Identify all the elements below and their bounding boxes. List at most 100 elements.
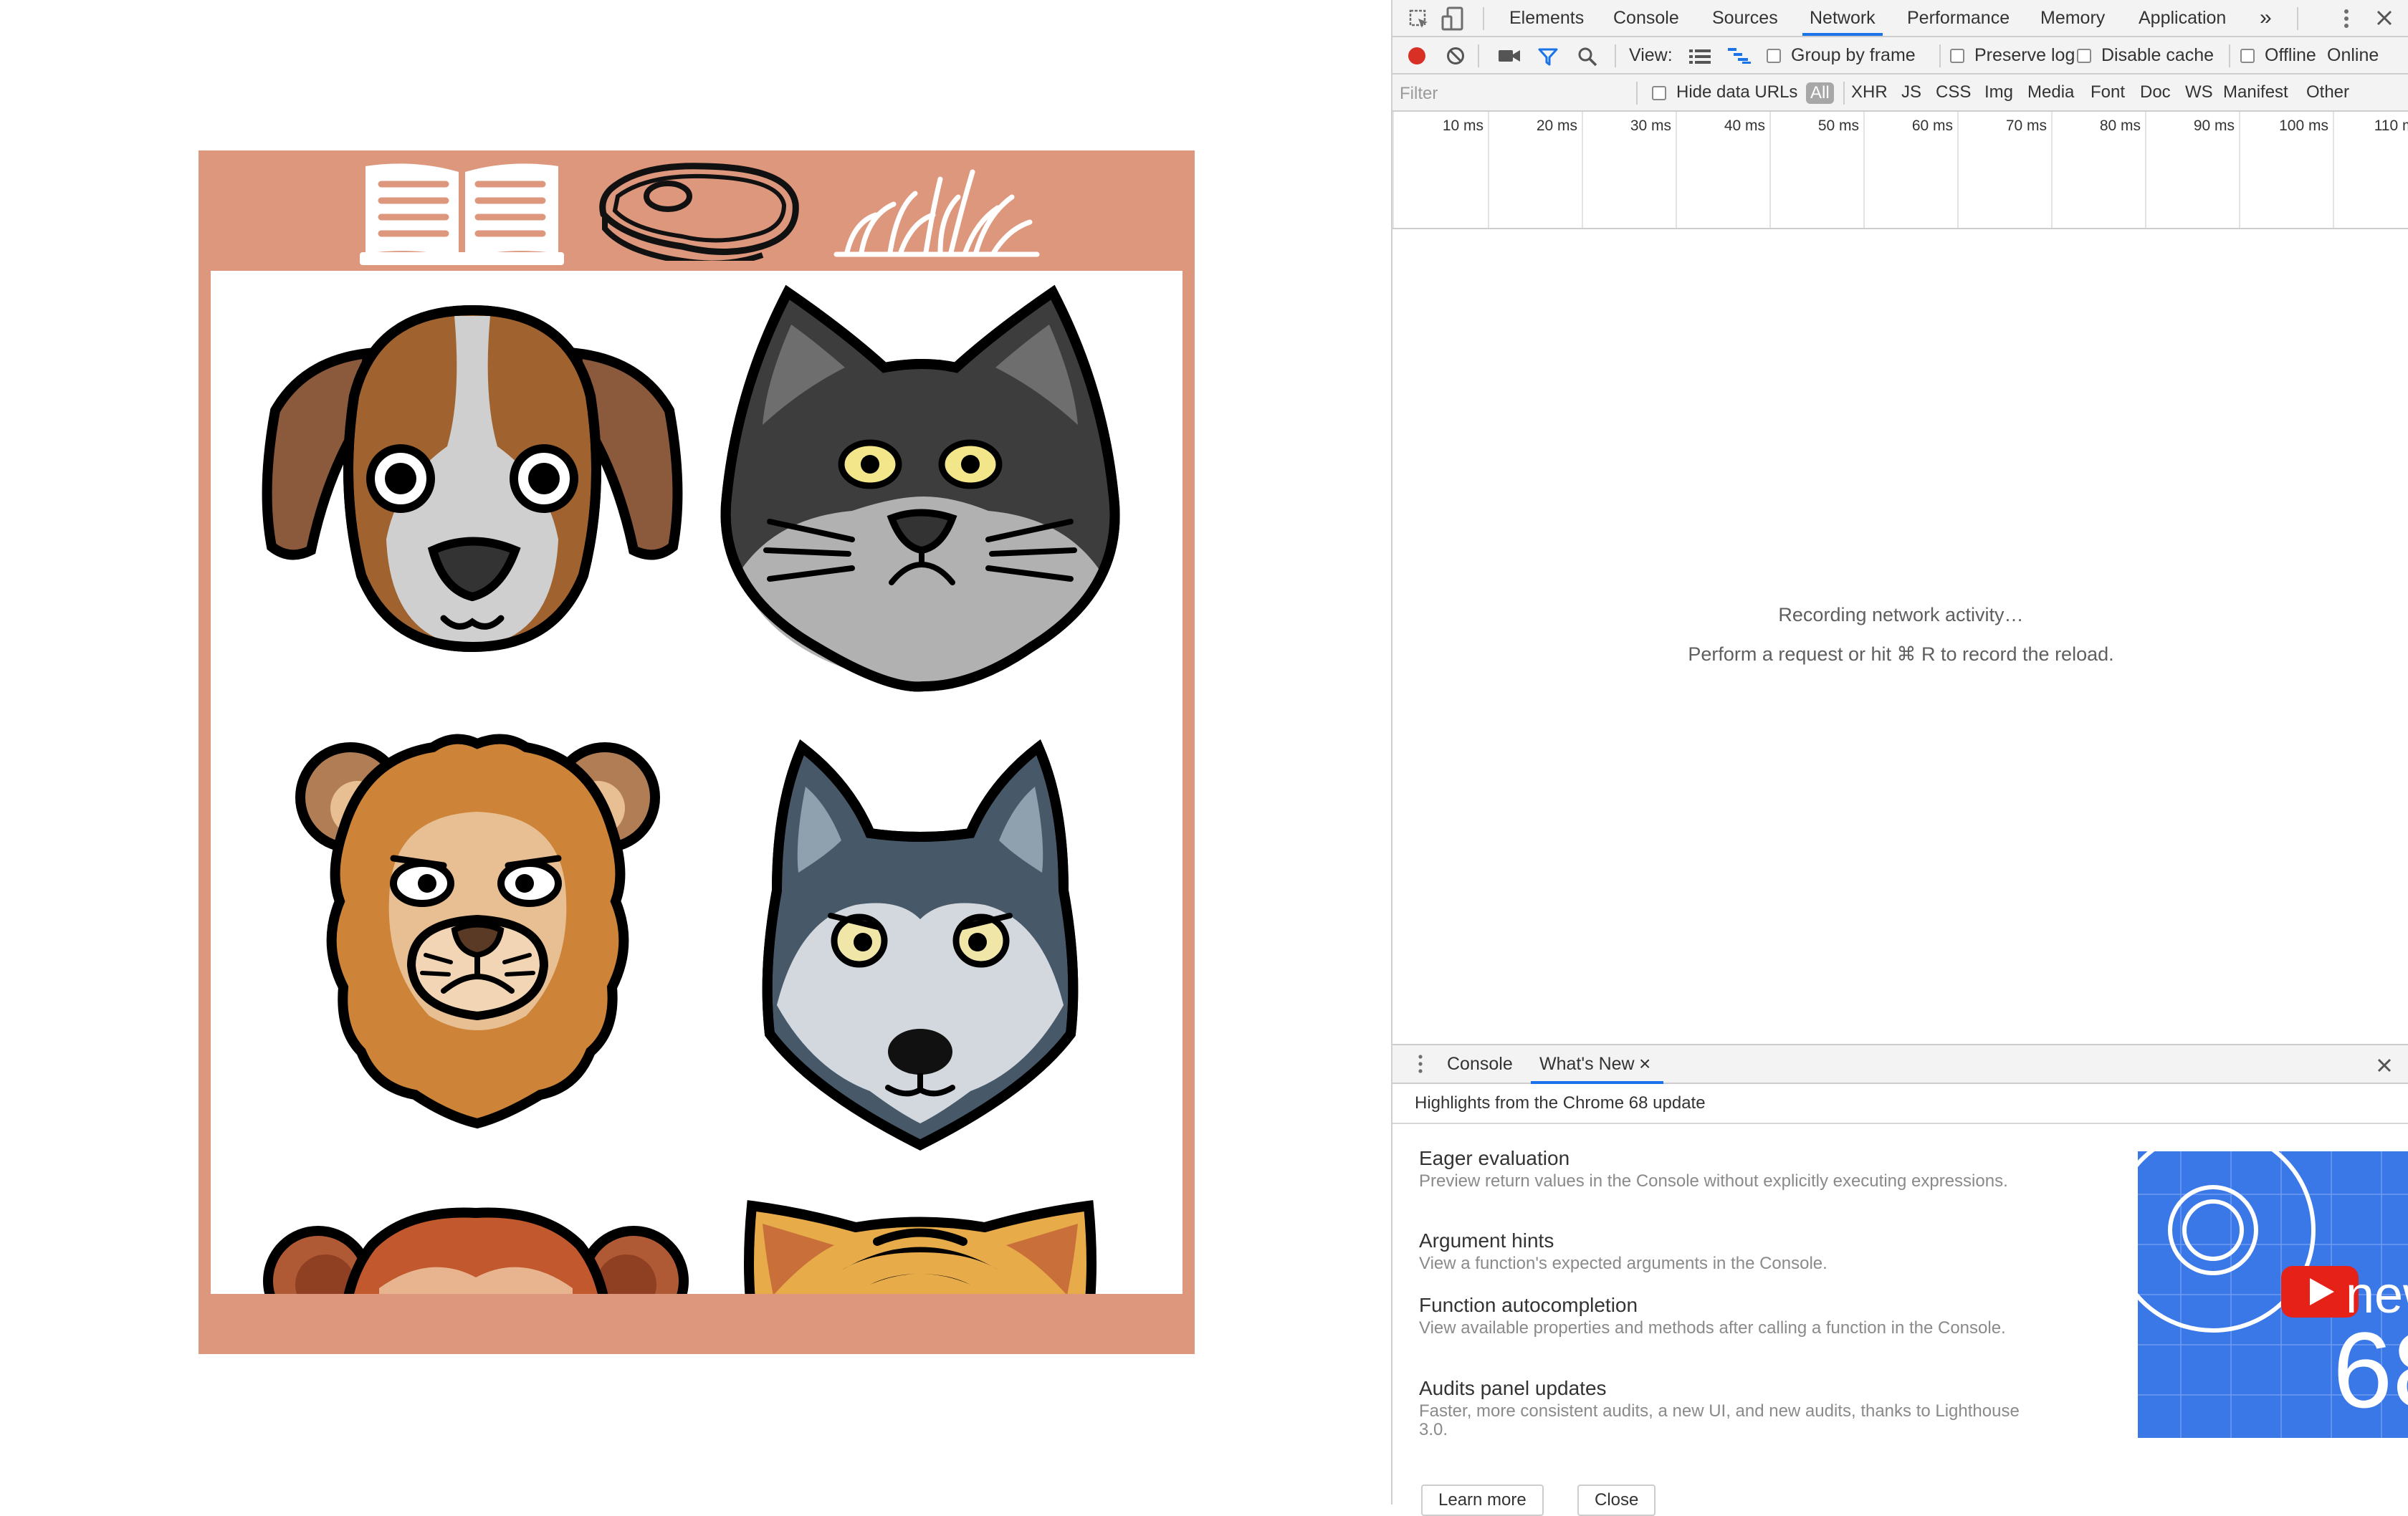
tab-sources[interactable]: Sources — [1712, 0, 1778, 36]
timeline-tick-label: 70 ms — [2005, 117, 2047, 134]
type-filter-css[interactable]: CSS — [1936, 75, 1971, 110]
feature-item: Eager evaluation Preview return values i… — [1419, 1146, 2035, 1191]
offline-checkbox[interactable] — [2240, 49, 2255, 63]
waterfall-icon[interactable] — [1728, 47, 1751, 69]
tiger-face[interactable] — [734, 1195, 1107, 1294]
toolbar-separator — [1615, 44, 1616, 67]
type-filter-xhr[interactable]: XHR — [1851, 75, 1888, 110]
view-label: View: — [1629, 45, 1673, 65]
whats-new-header: Highlights from the Chrome 68 update — [1392, 1084, 2408, 1124]
network-overview-timeline[interactable]: 10 ms 20 ms 30 ms 40 ms 50 ms 60 ms 70 ms 80 ms… — [1392, 112, 2408, 229]
hide-data-urls-checkbox[interactable] — [1652, 86, 1666, 100]
timeline-gridline — [2333, 112, 2334, 228]
timeline-gridline — [1676, 112, 1677, 228]
type-filter-js[interactable]: JS — [1901, 75, 1921, 110]
drawer-menu-icon[interactable] — [1417, 1054, 1424, 1079]
drawer-tab-whats-new[interactable]: What's New — [1531, 1045, 1663, 1084]
feature-item: Function autocompletion View available p… — [1419, 1293, 2035, 1338]
whats-new-video-thumbnail[interactable]: new 68 — [2138, 1151, 2408, 1438]
feature-title: Audits panel updates — [1419, 1377, 1607, 1399]
camera-icon[interactable] — [1499, 48, 1520, 69]
feature-item: Argument hints View a function's expecte… — [1419, 1229, 2035, 1273]
tab-application[interactable]: Application — [2139, 0, 2226, 36]
web-page-viewport — [0, 0, 1391, 1505]
timeline-tick-label: 20 ms — [1536, 117, 1577, 134]
record-icon[interactable] — [1408, 47, 1426, 70]
type-filter-manifest[interactable]: Manifest — [2223, 75, 2288, 110]
dog-face[interactable] — [261, 303, 684, 661]
type-filter-doc[interactable]: Doc — [2140, 75, 2171, 110]
tab-performance[interactable]: Performance — [1907, 0, 2010, 36]
thumbnail-number: 68 — [2333, 1310, 2408, 1430]
steak-icon[interactable] — [596, 160, 801, 268]
tab-separator — [1483, 7, 1484, 30]
clear-icon[interactable] — [1446, 47, 1465, 70]
tab-network[interactable]: Network — [1802, 0, 1883, 36]
close-whats-new-button[interactable]: Close — [1577, 1484, 1656, 1516]
timeline-gridline — [1769, 112, 1771, 228]
disable-cache-checkbox[interactable] — [2077, 49, 2091, 63]
timeline-tick-label: 10 ms — [1442, 117, 1484, 134]
tab-console[interactable]: Console — [1613, 0, 1679, 36]
group-by-frame-checkbox[interactable] — [1767, 49, 1781, 63]
tab-memory[interactable]: Memory — [2040, 0, 2105, 36]
inspect-icon[interactable] — [1408, 9, 1430, 35]
preserve-log-checkbox[interactable] — [1950, 49, 1964, 63]
more-tabs-button[interactable]: » — [2260, 0, 2272, 36]
timeline-tick-label: 30 ms — [1630, 117, 1671, 134]
timeline-tick-label: 40 ms — [1724, 117, 1765, 134]
filter-input[interactable] — [1398, 79, 1630, 109]
timeline-gridline — [1863, 112, 1865, 228]
group-by-frame-label: Group by frame — [1791, 45, 1916, 65]
type-filter-font[interactable]: Font — [2091, 75, 2125, 110]
monkey-face[interactable] — [263, 1202, 689, 1294]
kebab-menu-icon[interactable] — [2342, 9, 2351, 34]
feature-description: View available properties and methods af… — [1419, 1318, 2006, 1338]
feature-title: Argument hints — [1419, 1229, 1554, 1252]
drawer-close-icon[interactable] — [2377, 1057, 2392, 1078]
network-toolbar: View: Group by frame Preserve log Disabl… — [1392, 37, 2408, 75]
timeline-tick-label: 110 ms — [2374, 117, 2408, 134]
timeline-gridline — [2145, 112, 2146, 228]
timeline-gridline — [1957, 112, 1959, 228]
open-book-icon[interactable] — [360, 159, 564, 267]
type-filter-ws[interactable]: WS — [2185, 75, 2213, 110]
wolf-face[interactable] — [755, 733, 1085, 1151]
devtools-tab-bar: Elements Console Sources Network Perform… — [1392, 0, 2408, 37]
feature-title: Function autocompletion — [1419, 1294, 1638, 1316]
drawer-tab-console[interactable]: Console — [1447, 1045, 1513, 1083]
lion-face[interactable] — [290, 729, 666, 1131]
animal-app-frame — [199, 150, 1195, 1354]
device-toolbar-icon[interactable] — [1441, 6, 1464, 36]
timeline-start-line — [1392, 112, 1394, 228]
feature-item: Audits panel updates Faster, more consis… — [1419, 1376, 2035, 1439]
feature-description: Faster, more consistent audits, a new UI… — [1419, 1401, 2020, 1439]
timeline-tick-label: 80 ms — [2099, 117, 2141, 134]
type-filter-img[interactable]: Img — [1984, 75, 2013, 110]
throttling-select[interactable]: Online — [2327, 37, 2379, 73]
toolbar-separator — [2229, 44, 2230, 67]
preserve-log-label: Preserve log — [1974, 45, 2075, 65]
timeline-tick-label: 50 ms — [1817, 117, 1859, 134]
cat-face[interactable] — [709, 282, 1132, 697]
timeline-tick-label: 100 ms — [2279, 117, 2328, 134]
learn-more-button[interactable]: Learn more — [1421, 1484, 1544, 1516]
timeline-gridline — [2239, 112, 2240, 228]
feature-description: Preview return values in the Console wit… — [1419, 1171, 2008, 1191]
close-icon[interactable] — [2376, 10, 2392, 31]
timeline-tick-label: 90 ms — [2193, 117, 2235, 134]
large-rows-icon[interactable] — [1689, 49, 1711, 69]
grass-icon[interactable] — [833, 165, 1041, 272]
disable-cache-label: Disable cache — [2101, 45, 2214, 65]
filter-icon[interactable] — [1538, 47, 1558, 71]
close-tab-icon[interactable]: × — [1639, 1045, 1650, 1083]
type-filter-other[interactable]: Other — [2306, 75, 2349, 110]
type-filter-media[interactable]: Media — [2027, 75, 2074, 110]
search-icon[interactable] — [1577, 47, 1597, 72]
devtools-panel: Elements Console Sources Network Perform… — [1391, 0, 2408, 1516]
type-filter-all[interactable]: All — [1806, 82, 1834, 104]
tab-elements[interactable]: Elements — [1509, 0, 1584, 36]
network-filter-bar: Hide data URLs All XHR JS CSS Img Media … — [1392, 75, 2408, 112]
filter-separator — [1843, 82, 1845, 105]
toolbar-separator — [1478, 44, 1479, 67]
